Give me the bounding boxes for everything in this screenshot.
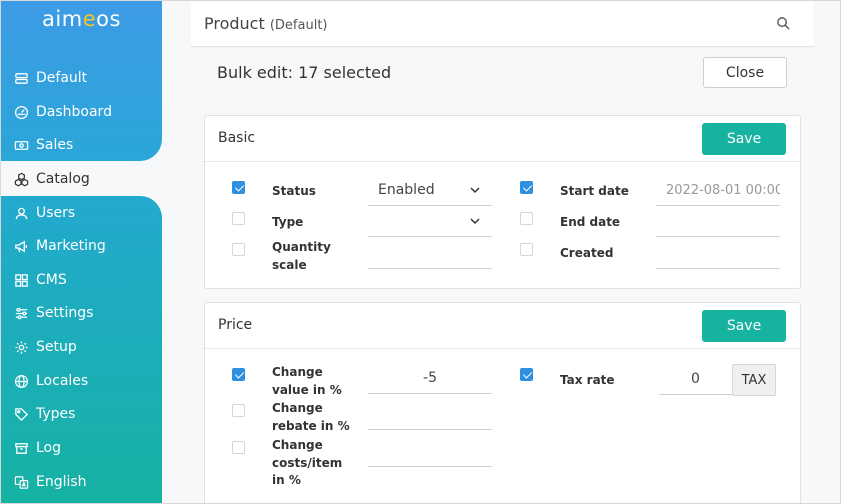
sliders-icon [13,305,29,321]
sidebar-item-label: Users [36,205,76,221]
basic-save-button[interactable]: Save [702,123,786,155]
page-header: Product (Default) [191,1,814,47]
change-value-label: Change value in % [272,365,342,397]
cash-icon [13,137,29,153]
end-date-label: End date [560,215,621,229]
created-label: Created [560,246,614,260]
sidebar-item-label: Sales [36,137,74,153]
created-input[interactable] [656,238,780,269]
sidebar-item-label: Dashboard [36,104,112,120]
boxes-icon [13,171,29,187]
close-button[interactable]: Close [703,57,787,88]
sidebar-item-label: Log [36,440,62,456]
sidebar-item-users[interactable]: Users [1,198,162,228]
type-checkbox[interactable] [232,212,245,225]
end-date-input[interactable] [656,206,780,237]
start-date-checkbox[interactable] [520,181,533,194]
search-icon[interactable] [776,16,792,32]
change-costs-label: Change costs/item in % [272,438,343,487]
tax-rate-checkbox[interactable] [520,368,533,381]
tax-rate-label: Tax rate [560,373,615,387]
server-icon [13,70,29,86]
tax-addon: TAX [732,364,776,396]
status-select-value: Enabled [378,182,435,198]
status-select[interactable]: Enabled [368,175,492,206]
change-value-input[interactable]: -5 [368,363,492,394]
megaphone-icon [13,238,29,254]
status-checkbox[interactable] [232,181,245,194]
chevron-down-icon [470,187,480,194]
bulk-edit-title: Bulk edit: 17 selected [217,63,392,82]
start-date-input[interactable]: 2022-08-01 00:00 [656,175,780,206]
sidebar-item-label: Default [36,70,88,86]
chevron-down-icon [470,218,480,225]
quantity-scale-label: Quantity scale [272,240,331,272]
user-icon [13,205,29,221]
globe-icon [13,373,29,389]
translate-icon [13,474,29,490]
sidebar-item-label: CMS [36,272,67,288]
sidebar-item-label: Settings [36,305,94,321]
sidebar-item-settings[interactable]: Settings [1,298,162,328]
change-costs-input[interactable] [368,436,492,467]
change-costs-checkbox[interactable] [232,441,245,454]
sidebar-item-dashboard[interactable]: Dashboard [1,97,162,127]
sidebar-item-label: English [36,474,87,490]
sidebar-item-marketing[interactable]: Marketing [1,231,162,261]
sidebar-item-log[interactable]: Log [1,433,162,463]
page-subtitle: (Default) [269,18,328,33]
type-select[interactable] [368,206,492,237]
sidebar-item-english[interactable]: English [1,467,162,497]
sidebar-item-cms[interactable]: CMS [1,265,162,295]
gear-icon [13,339,29,355]
sidebar-item-sales[interactable]: Sales [1,130,162,160]
price-card-header: Price Save [205,303,800,349]
sidebar-item-label: Types [36,406,76,422]
basic-card-header: Basic Save [205,116,800,162]
gauge-icon [13,104,29,120]
start-date-label: Start date [560,184,629,198]
created-checkbox[interactable] [520,243,533,256]
change-rebate-label: Change rebate in % [272,401,350,433]
grid-icon [13,272,29,288]
sidebar-item-catalog[interactable]: Catalog [1,164,162,194]
type-label: Type [272,215,304,229]
sidebar-item-default[interactable]: Default [1,63,162,93]
sidebar-item-label: Setup [36,339,77,355]
sidebar-item-types[interactable]: Types [1,399,162,429]
status-label: Status [272,184,316,198]
price-card-title: Price [218,317,253,333]
quantity-scale-input[interactable] [368,238,492,269]
sidebar-item-label: Catalog [36,171,90,187]
archive-icon [13,440,29,456]
basic-card-title: Basic [218,130,256,146]
end-date-checkbox[interactable] [520,212,533,225]
sidebar-item-locales[interactable]: Locales [1,366,162,396]
page-title: Product (Default) [204,14,328,33]
aimeos-logo[interactable]: aimeos [1,7,162,31]
quantity-scale-checkbox[interactable] [232,243,245,256]
sidebar-item-label: Marketing [36,238,106,254]
sidebar-item-setup[interactable]: Setup [1,332,162,362]
price-save-button[interactable]: Save [702,310,786,342]
tags-icon [13,406,29,422]
change-rebate-checkbox[interactable] [232,404,245,417]
app-frame: aimeos Default Dashboard Sales Catalog U… [0,0,841,504]
sidebar-item-label: Locales [36,373,89,389]
tax-rate-input[interactable]: 0 [659,364,732,395]
change-rebate-input[interactable] [368,399,492,430]
sidebar: aimeos Default Dashboard Sales Catalog U… [1,1,162,503]
change-value-checkbox[interactable] [232,368,245,381]
